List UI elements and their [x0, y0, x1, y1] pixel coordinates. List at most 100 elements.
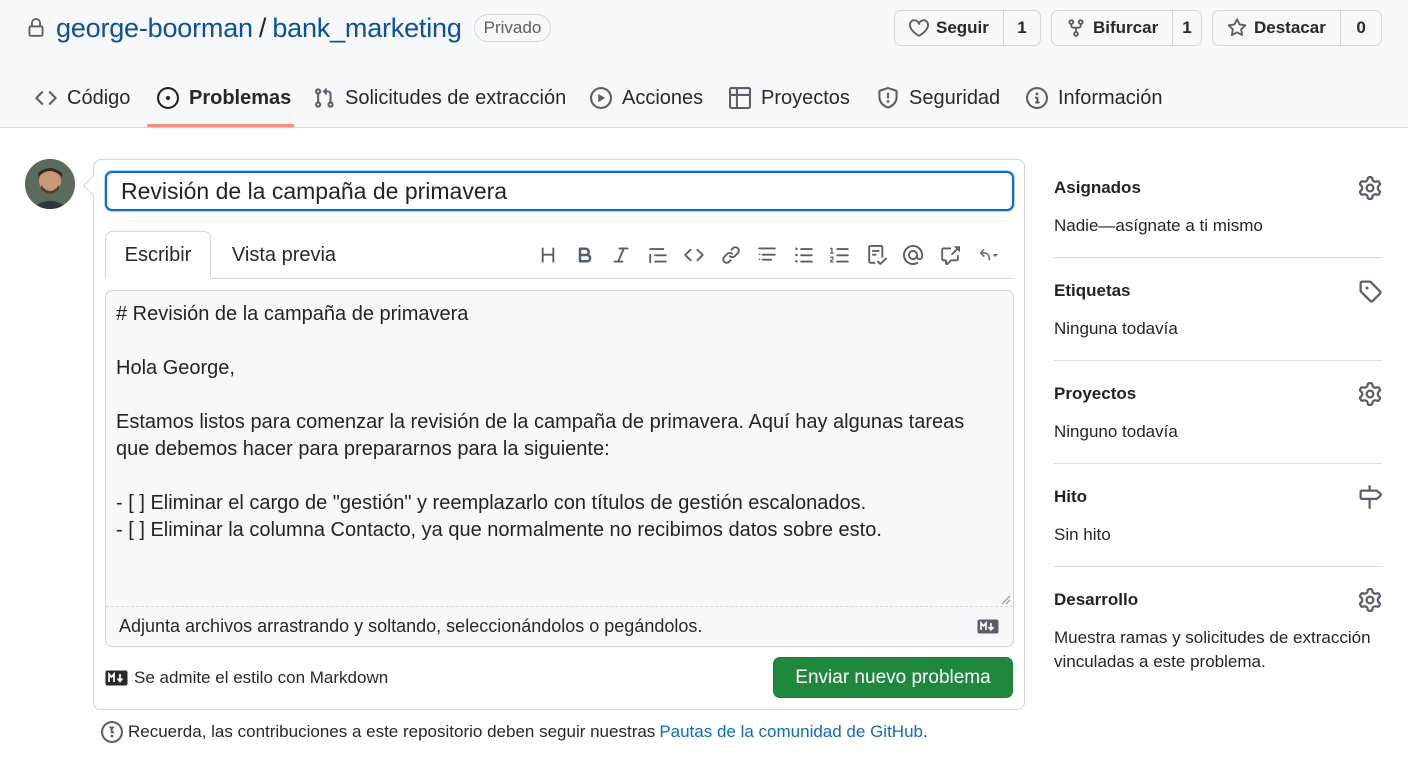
repo-nav-tabs: Código Problemas Solicitudes de extracci…: [0, 68, 1408, 128]
quote-button[interactable]: [640, 240, 677, 270]
resize-handle-icon[interactable]: [999, 593, 1011, 605]
gear-icon[interactable]: [1358, 176, 1382, 200]
fork-button[interactable]: Bifurcar: [1052, 11, 1173, 45]
lock-icon: [26, 17, 46, 39]
markdown-supported-note[interactable]: Se admite el estilo con Markdown: [105, 666, 388, 690]
gear-icon[interactable]: [1358, 588, 1382, 612]
sidebar-development-line-2: vinculadas a este problema.: [1054, 652, 1266, 671]
attach-files-bar[interactable]: Adjunta archivos arrastrando y soltando,…: [106, 606, 1013, 646]
watch-button-group: Seguir 1: [894, 10, 1041, 46]
sidebar-divider: [1054, 566, 1382, 567]
heading-icon: [538, 245, 558, 265]
issue-title-input[interactable]: [105, 171, 1014, 211]
mention-icon: [903, 245, 924, 265]
sidebar-milestone-value: Sin hito: [1054, 525, 1111, 544]
cross-reference-icon: [940, 245, 960, 265]
sidebar-divider: [1054, 463, 1382, 464]
sidebar-projects-title: Proyectos: [1054, 384, 1137, 403]
mention-button[interactable]: [895, 240, 932, 270]
shield-icon: [877, 87, 899, 109]
visibility-badge: Privado: [473, 14, 552, 42]
submit-new-issue-button[interactable]: Enviar nuevo problema: [773, 657, 1013, 698]
sidebar-development-line-1: Muestra ramas y solicitudes de extracció…: [1054, 628, 1371, 647]
star-label: Destacar: [1254, 18, 1326, 37]
reference-button[interactable]: [749, 240, 786, 270]
fork-label: Bifurcar: [1093, 18, 1159, 37]
avatar[interactable]: [25, 159, 75, 209]
undo-dropdown-button[interactable]: [968, 240, 1010, 270]
tab-projects[interactable]: Proyectos: [729, 68, 850, 128]
issue-body-field: # Revisión de la campaña de primavera Ho…: [105, 290, 1014, 647]
sidebar-projects-value: Ninguno todavía: [1054, 422, 1178, 441]
tab-pull-requests-label: Solicitudes de extracción: [345, 86, 567, 109]
fork-count[interactable]: 1: [1173, 11, 1201, 45]
tab-code-label: Código: [67, 86, 131, 109]
tab-actions[interactable]: Acciones: [590, 68, 703, 128]
play-icon: [590, 87, 612, 109]
tab-security[interactable]: Seguridad: [877, 68, 1000, 128]
tab-pull-requests[interactable]: Solicitudes de extracción: [313, 68, 566, 128]
issue-opened-icon: [157, 87, 179, 109]
gear-icon[interactable]: [1358, 382, 1382, 406]
watch-button[interactable]: Seguir: [895, 11, 1004, 45]
star-button-group: Destacar 0: [1212, 10, 1382, 46]
watch-label: Seguir: [936, 18, 989, 37]
italic-button[interactable]: [603, 240, 640, 270]
code-icon: [35, 87, 57, 109]
guidelines-text: Recuerda, las contribuciones a este repo…: [128, 722, 656, 741]
link-icon: [721, 245, 741, 265]
tab-security-label: Seguridad: [909, 86, 1001, 109]
milestone-icon[interactable]: [1358, 485, 1382, 509]
repo-name-link[interactable]: bank_marketing: [272, 13, 462, 44]
attach-hint: Adjunta archivos arrastrando y soltando,…: [119, 616, 703, 636]
sidebar-development-value: Muestra ramas y solicitudes de extracció…: [1054, 626, 1371, 674]
contribution-guidelines-note: Recuerda, las contribuciones a este repo…: [101, 720, 928, 744]
tasklist-icon: [867, 245, 887, 265]
heading-button[interactable]: [530, 240, 567, 270]
unordered-list-button[interactable]: [786, 240, 823, 270]
tab-issues-label: Problemas: [189, 86, 292, 109]
tab-issues[interactable]: Problemas: [157, 68, 291, 128]
quote-icon: [648, 245, 668, 265]
tag-icon[interactable]: [1358, 279, 1382, 303]
watch-count[interactable]: 1: [1003, 11, 1040, 45]
sidebar-development-title: Desarrollo: [1054, 590, 1139, 609]
tab-code[interactable]: Código: [35, 68, 130, 128]
link-button[interactable]: [713, 240, 750, 270]
bold-icon: [575, 245, 595, 265]
markdown-note-label: Se admite el estilo con Markdown: [134, 668, 389, 687]
issue-body-textarea[interactable]: # Revisión de la campaña de primavera Ho…: [106, 291, 1013, 606]
tab-projects-label: Proyectos: [761, 86, 850, 109]
sidebar-assignees-value[interactable]: Nadie—asígnate a ti mismo: [1054, 214, 1263, 238]
tab-insights-label: Información: [1058, 86, 1163, 109]
ordered-list-icon: [757, 245, 777, 265]
new-issue-form: Escribir Vista previa # Revisión de la c…: [93, 159, 1025, 710]
repo-owner-link[interactable]: george-boorman: [56, 13, 253, 44]
tasklist-button[interactable]: [859, 240, 896, 270]
markdown-icon: [105, 670, 128, 686]
fork-button-group: Bifurcar 1: [1051, 10, 1202, 46]
star-count[interactable]: 0: [1341, 11, 1381, 45]
info-icon: [1026, 87, 1048, 109]
community-guidelines-link[interactable]: Pautas de la comunidad de GitHub: [659, 722, 923, 742]
sidebar-labels-title: Etiquetas: [1054, 281, 1131, 300]
numbered-list-icon: [830, 245, 850, 265]
tab-preview[interactable]: Vista previa: [213, 231, 355, 279]
star-button[interactable]: Destacar: [1213, 11, 1342, 45]
numbered-list-button[interactable]: [822, 240, 859, 270]
git-pull-request-icon: [313, 87, 335, 109]
tab-insights[interactable]: Información: [1026, 68, 1163, 128]
tab-write[interactable]: Escribir: [105, 231, 211, 279]
markdown-toolbar: [530, 240, 1010, 270]
repo-breadcrumb: george-boorman / bank_marketing Privado: [26, 12, 552, 44]
active-tab-indicator: [147, 124, 294, 127]
code-icon: [684, 245, 704, 265]
sidebar-labels-value: Ninguna todavía: [1054, 319, 1178, 338]
code-button[interactable]: [676, 240, 713, 270]
sidebar-divider: [1054, 360, 1382, 361]
cross-reference-button[interactable]: [932, 240, 969, 270]
bold-button[interactable]: [567, 240, 604, 270]
repo-forked-icon: [1066, 18, 1086, 38]
tab-actions-label: Acciones: [622, 86, 704, 109]
markdown-icon: [977, 619, 999, 634]
